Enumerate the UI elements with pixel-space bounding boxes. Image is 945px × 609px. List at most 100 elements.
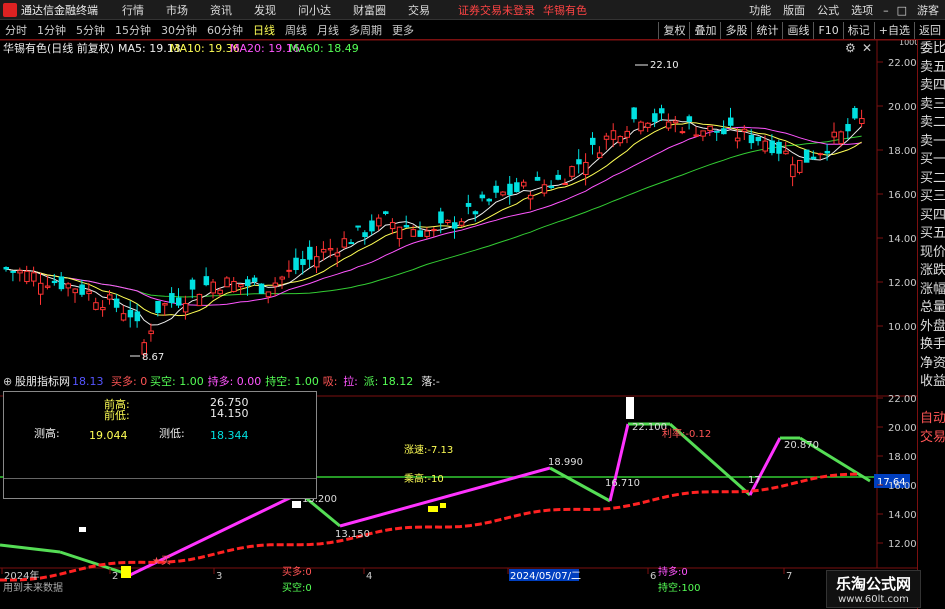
sidebar-item[interactable]: 买三 [918,188,945,207]
ind-row-item: 持多: 0.00 [208,374,262,388]
candle-body [728,117,734,126]
sidebar-item[interactable]: 换手 [918,336,945,355]
time-label: 4 [366,571,372,582]
sidebar-item[interactable] [918,392,945,411]
menu-hangqing[interactable]: 行情 [122,2,144,18]
sidebar-item[interactable]: 委比 [918,40,945,59]
settings-gear-icon[interactable]: ⚙ [845,41,856,55]
menu-shichang[interactable]: 市场 [166,2,188,18]
sidebar-item[interactable]: 外盘 [918,318,945,337]
tool-tongji[interactable]: 统计 [751,22,782,39]
candle-body [196,293,203,307]
candle-body [569,166,575,177]
menu-jiaoyi[interactable]: 交易 [408,2,430,18]
tool-fuquan[interactable]: 复权 [658,22,689,39]
sidebar-item[interactable]: 买五 [918,225,945,244]
candle-body [721,128,727,135]
candle-body [127,309,134,318]
candle-body [762,140,768,152]
sidebar-item[interactable]: 涨幅 [918,281,945,300]
period-5min[interactable]: 5分钟 [71,22,110,38]
sidebar-item[interactable]: 卖五 [918,59,945,78]
candle-body [251,277,258,282]
candle-body [258,283,265,294]
low-price-label: 8.67 [142,352,164,363]
menu-banmian[interactable]: 版面 [783,2,805,18]
tool-biaoji[interactable]: 标记 [842,22,874,39]
guest-label[interactable]: 游客 [917,2,939,18]
login-warning[interactable]: 证券交易未登录 [458,2,535,18]
sidebar-item[interactable]: 卖二 [918,114,945,133]
period-60min[interactable]: 60分钟 [202,22,248,38]
candle-body [376,217,382,227]
title-bar: 通达信金融终端 行情 市场 资讯 发现 问小达 财富圈 交易 证券交易未登录 华… [0,0,945,20]
ind-y-label: 14.00 [888,510,917,521]
menu-zixun[interactable]: 资讯 [210,2,232,18]
sidebar-item[interactable]: 收益 [918,373,945,392]
candle-body [458,221,465,226]
sidebar-item[interactable]: 总量 [918,299,945,318]
sidebar-item[interactable]: 交易 [918,429,945,448]
candle-body [383,211,389,214]
sidebar-item[interactable]: 卖一 [918,133,945,152]
sidebar-item[interactable]: 现价 [918,244,945,263]
price-y-label: 14.00 [888,234,917,245]
menu-faxian[interactable]: 发现 [254,2,276,18]
candle-body [107,294,113,300]
cedi-label: 测低: [159,427,185,440]
tool-diejia[interactable]: 叠加 [689,22,720,39]
period-1min[interactable]: 1分钟 [32,22,71,38]
qiandi-value: 14.150 [210,407,249,420]
price-grid [877,61,883,327]
sidebar-item[interactable]: 自动 [918,410,945,429]
maximize-icon[interactable]: □ [897,4,907,17]
period-more[interactable]: 更多 [387,22,419,38]
candle-body [755,136,762,142]
menu-caifuquan[interactable]: 财富圈 [353,2,386,18]
candle-body [590,137,596,145]
tool-fanhui[interactable]: 返回 [914,22,945,39]
indicator-expand-icon[interactable]: ⊕ [3,375,12,388]
sidebar-item[interactable]: 净资 [918,355,945,374]
sidebar-item[interactable]: 卖三 [918,96,945,115]
zigzag-segment [608,423,630,502]
period-multi[interactable]: 多周期 [344,22,387,38]
menu-gongshi[interactable]: 公式 [817,2,839,18]
candle-body [527,194,534,200]
candle-body [210,281,216,294]
period-daily[interactable]: 日线 [248,22,280,38]
price-unit: 1000 [899,40,917,47]
tool-huaxian[interactable]: 画线 [782,22,813,39]
menu-xuanxiang[interactable]: 选项 [851,2,873,18]
sidebar-item[interactable]: 卖四 [918,77,945,96]
candle-body [286,269,292,272]
candle-body [465,203,472,207]
sidebar-item[interactable]: 买一 [918,151,945,170]
chikong-label: 持空:100 [658,581,700,594]
candle-body [44,285,51,288]
period-monthly[interactable]: 月线 [312,22,344,38]
candle-body [548,185,555,188]
sidebar-item[interactable]: 买二 [918,170,945,189]
chenggao-label: 乘高:-10 [404,472,444,485]
sidebar-item[interactable]: 涨跌 [918,262,945,281]
candle-body [748,134,755,144]
tool-duogu[interactable]: 多股 [720,22,751,39]
menu-gongneng[interactable]: 功能 [749,2,771,18]
period-30min[interactable]: 30分钟 [156,22,202,38]
period-fenshi[interactable]: 分时 [0,22,32,38]
candle-body [741,128,748,132]
tool-zixuan[interactable]: +自选 [873,22,914,39]
close-panel-icon[interactable]: ✕ [862,41,872,55]
candle-body [272,282,279,287]
candle-body [438,211,444,224]
period-15min[interactable]: 15分钟 [110,22,156,38]
tool-f10[interactable]: F10 [813,22,842,39]
chart-area[interactable]: 15.20013.15018.99016.71022.1001720.870涨速… [0,40,917,609]
candle-body [817,153,824,156]
time-label: 2024年 [4,569,39,582]
period-weekly[interactable]: 周线 [280,22,312,38]
minimize-icon[interactable]: – [883,4,889,17]
sidebar-item[interactable]: 买四 [918,207,945,226]
menu-wenxiaoda[interactable]: 问小达 [298,2,331,18]
